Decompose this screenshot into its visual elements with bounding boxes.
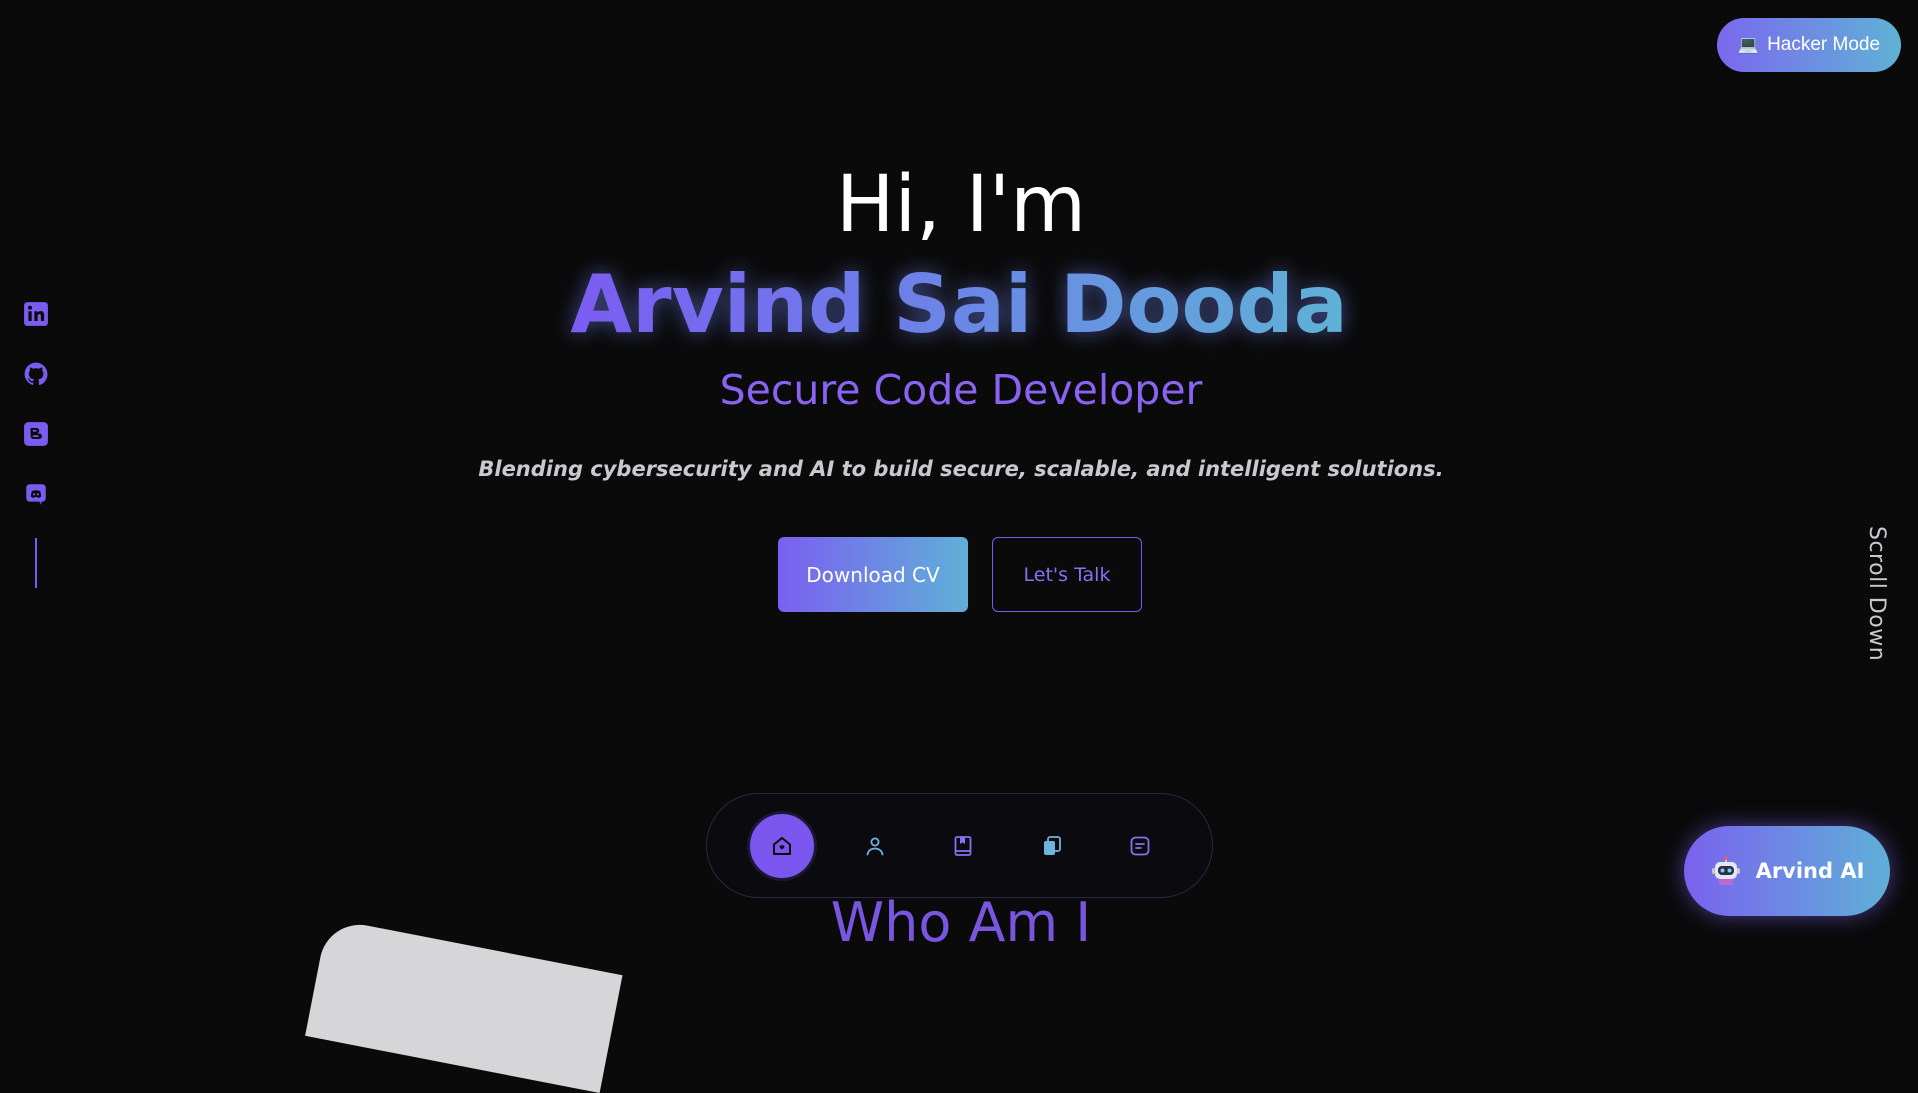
hacker-mode-button[interactable]: 💻 Hacker Mode — [1717, 18, 1901, 72]
nav-home[interactable] — [747, 810, 817, 881]
arvind-ai-label: Arvind AI — [1755, 859, 1865, 883]
blogger-icon[interactable] — [22, 420, 50, 448]
home-icon — [773, 836, 791, 855]
hero-role: Secure Code Developer — [719, 366, 1203, 414]
user-icon — [866, 837, 884, 855]
scroll-down-hint[interactable]: Scroll Down — [1864, 526, 1889, 661]
bottom-nav — [706, 793, 1213, 898]
hero-name-container: Arvind Sai Dooda — [0, 255, 1918, 355]
lets-talk-button[interactable]: Let's Talk — [992, 537, 1142, 612]
who-am-i-heading: Who Am I — [830, 891, 1092, 954]
arvind-ai-chat-button[interactable]: Arvind AI — [1684, 826, 1890, 916]
social-divider-line — [35, 538, 37, 588]
nav-projects[interactable] — [1030, 824, 1074, 868]
laptop-icon: 💻 — [1737, 35, 1760, 54]
download-cv-button[interactable]: Download CV — [778, 537, 968, 612]
robot-icon — [1710, 855, 1742, 887]
hero-tagline: Blending cybersecurity and AI to build s… — [478, 457, 1444, 481]
nav-about[interactable] — [853, 824, 897, 868]
nav-contact[interactable] — [1118, 824, 1162, 868]
hacker-mode-label: Hacker Mode — [1767, 34, 1881, 55]
message-icon — [1130, 836, 1150, 855]
hero-greeting: Hi, I'm — [835, 160, 1087, 250]
discord-icon[interactable] — [22, 480, 50, 508]
nav-education[interactable] — [941, 824, 985, 868]
hero-name: Arvind Sai Dooda — [570, 255, 1347, 355]
book-icon — [954, 835, 972, 856]
copy-icon — [1044, 835, 1061, 855]
